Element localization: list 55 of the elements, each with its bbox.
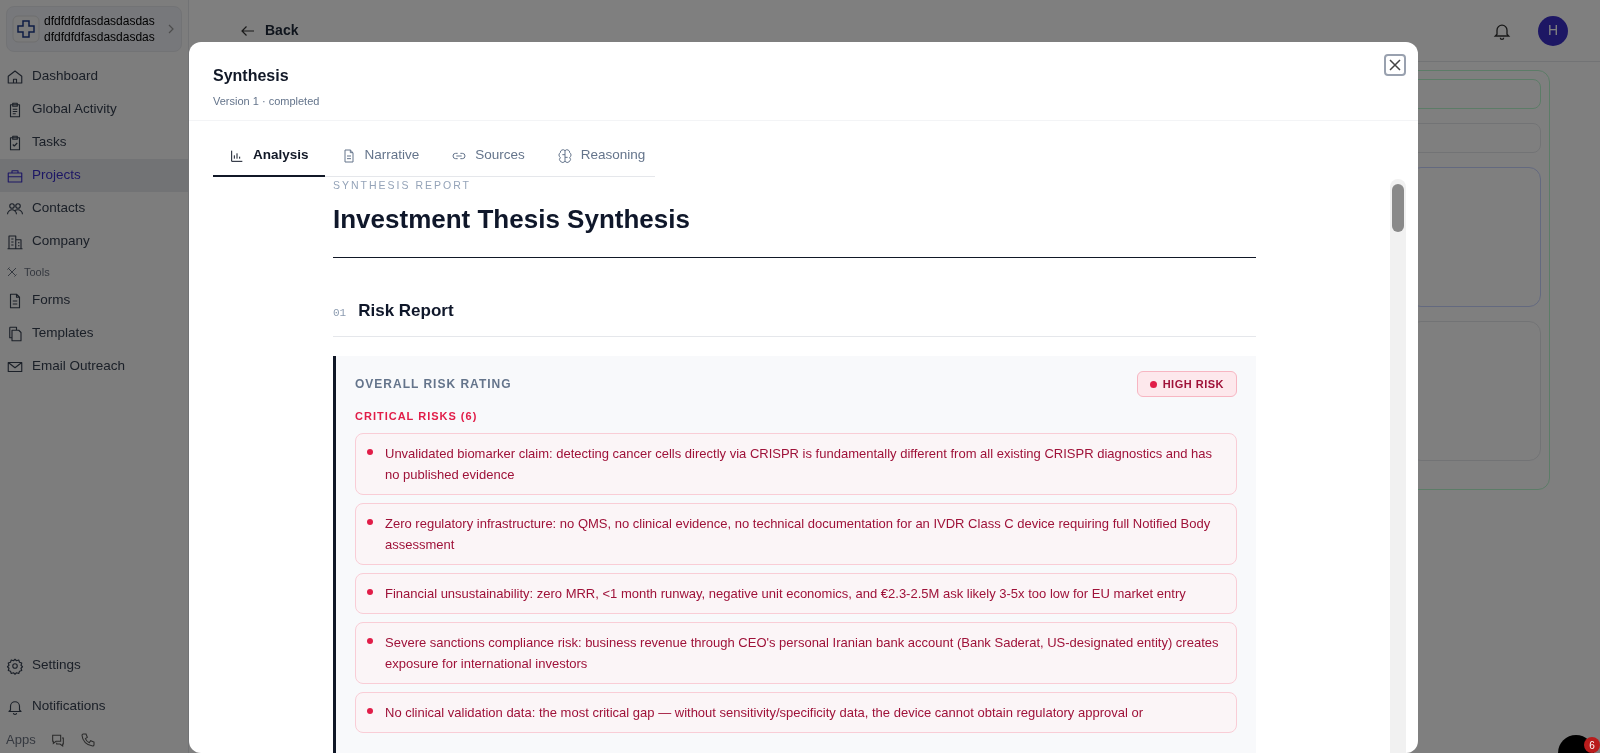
logo-icon — [12, 15, 40, 43]
risk-text: Financial unsustainability: zero MRR, <1 month runway, negative unit economics, and €2.3-2.5M ask likely 3-5x too low for EU market entry — [385, 584, 1186, 603]
sidebar-item[interactable]: Projects — [0, 159, 188, 192]
brain-icon — [556, 147, 573, 164]
dialog-title: Synthesis — [213, 66, 290, 86]
sidebar-item[interactable]: Tasks — [0, 126, 188, 159]
sidebar-item[interactable]: Forms — [0, 284, 188, 317]
back-button[interactable]: Back — [239, 20, 299, 41]
phone-icon[interactable] — [79, 732, 96, 748]
report-title: Investment Thesis Synthesis — [333, 202, 691, 236]
sidebar-item[interactable]: Global Activity — [0, 93, 188, 126]
tab[interactable]: Analysis — [213, 136, 325, 177]
risk-badge: HIGH RISK — [1136, 371, 1237, 398]
sidebar-item[interactable]: Notifications — [6, 686, 182, 727]
report-eyebrow: SYNTHESIS REPORT — [333, 178, 472, 193]
workspace-name: dfdfdfdfasdasdasdas — [44, 29, 155, 45]
sidebar-item[interactable]: Dashboard — [0, 60, 188, 93]
section-label: Apps — [6, 731, 36, 750]
tools-icon — [6, 266, 18, 278]
bullet-icon — [367, 588, 373, 595]
copy-icon — [6, 324, 24, 343]
bullet-icon — [367, 707, 373, 714]
risk-rating-label: OVERALL RISK RATING — [355, 376, 512, 394]
risk-text: Unvalidated biomarker claim: detecting cancer cells directly via CRISPR is fundamentally different from all existing CRISPR diagnostics and has no published evidence — [385, 444, 1214, 484]
bullet-icon — [367, 448, 373, 455]
risk-text: Severe sanctions compliance risk: business revenue through CEO's personal Iranian bank account (Bank Saderat, US-designated entity) creates exposure for international investors — [385, 633, 1220, 673]
tab[interactable]: Reasoning — [540, 136, 662, 177]
risk-text: No clinical validation data: the most critical gap — without sensitivity/specificity data, the device cannot obtain regulatory approval or — [385, 703, 1143, 722]
notification-badge: 6 — [1584, 737, 1600, 753]
workspace-switcher[interactable]: dfdfdfdfasdasdasdas dfdfdfdfasdasdasdas — [6, 6, 182, 52]
sidebar-item[interactable]: Email Outreach — [0, 350, 188, 383]
critical-risks-label: CRITICAL RISKS (6) — [355, 409, 479, 425]
section-label: Tools — [24, 264, 50, 280]
sidebar-item[interactable]: Company — [0, 225, 188, 258]
section-number: 01 — [333, 305, 347, 321]
avatar[interactable]: H — [1538, 15, 1568, 46]
bullet-icon — [367, 637, 373, 644]
sidebar-item[interactable]: Templates — [0, 317, 188, 350]
dot-icon — [1149, 380, 1157, 388]
bullet-icon — [367, 518, 373, 525]
close-icon — [1389, 59, 1401, 71]
scrollbar[interactable] — [1390, 179, 1406, 753]
sidebar-item[interactable]: Settings — [6, 645, 182, 686]
chat-icon[interactable] — [49, 732, 66, 748]
section-title: Risk Report — [358, 299, 454, 322]
dialog-subtitle: Version 1 · completed — [213, 94, 321, 109]
settings-icon — [6, 656, 24, 675]
workspace-name: dfdfdfdfasdasdasdas — [44, 13, 155, 29]
sidebar-item[interactable]: Contacts — [0, 192, 188, 225]
risk-text: Zero regulatory infrastructure: no QMS, no clinical evidence, no technical documentation for an IVDR Class C device requiring full Notified Body assessment — [385, 514, 1212, 554]
close-button[interactable] — [1384, 54, 1406, 76]
chevron-right-icon — [166, 24, 176, 34]
tab[interactable]: Sources — [435, 136, 541, 177]
building-icon — [6, 232, 24, 251]
tab[interactable]: Narrative — [324, 136, 436, 177]
